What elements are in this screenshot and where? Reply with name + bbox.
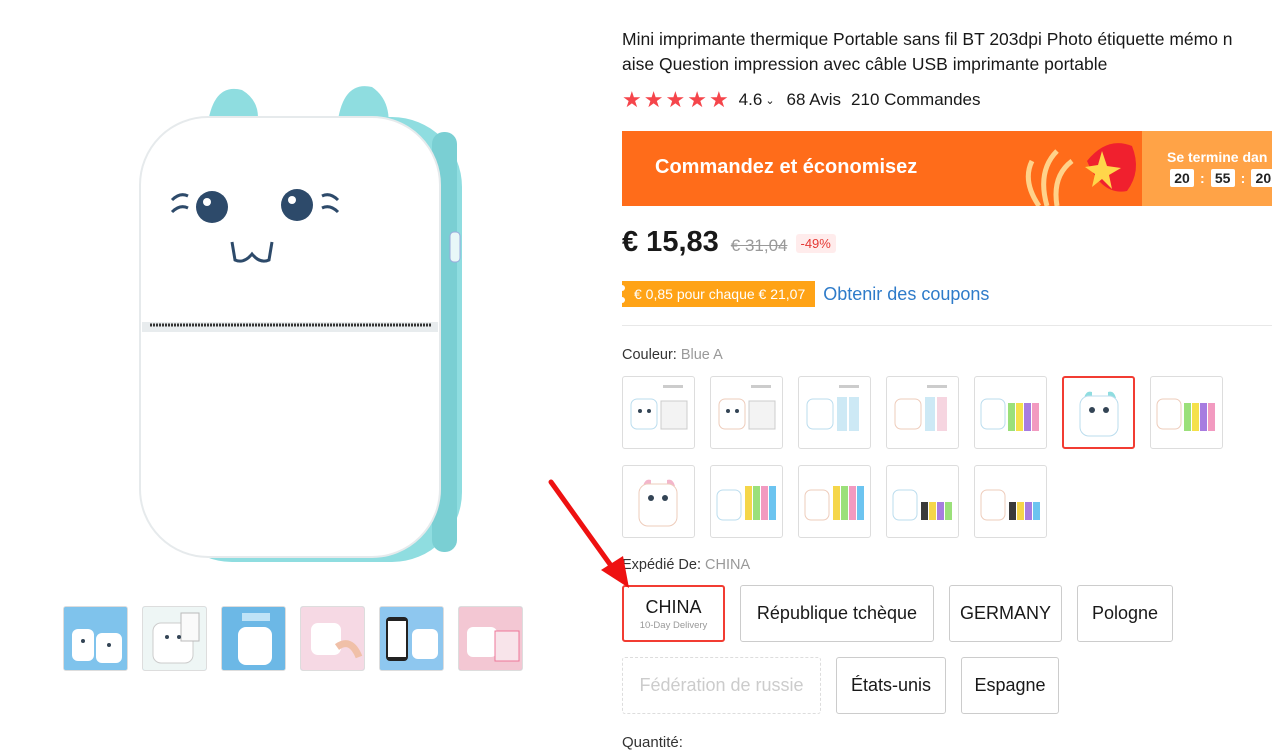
orders-count: 210 Commandes xyxy=(851,90,981,109)
current-price: € 15,83 xyxy=(622,226,719,258)
color-option-pink-printer-yellow-rolls[interactable] xyxy=(798,465,871,538)
coupon-tag[interactable]: € 0,85 pour chaque € 21,07 xyxy=(618,281,816,307)
color-label-row: Couleur: Blue A xyxy=(622,347,723,363)
color-swatches xyxy=(622,376,1262,538)
thumbnail-strip xyxy=(63,606,523,671)
shipping-value: CHINA xyxy=(705,557,751,573)
star-icon: ★ xyxy=(665,87,686,112)
ship-option-label: CHINA xyxy=(645,596,702,617)
color-option-blue-printer-mixed-rolls[interactable] xyxy=(886,465,959,538)
delivery-time: 10-Day Delivery xyxy=(639,619,708,631)
thumbnail-2[interactable] xyxy=(142,606,207,671)
chevron-down-icon[interactable]: ⌄ xyxy=(765,94,774,107)
thumbnail-5[interactable] xyxy=(379,606,444,671)
countdown-panel: Se termine dan 20 : 55 : 20 xyxy=(1142,131,1272,206)
color-option-blue-printer-paper[interactable] xyxy=(622,376,695,449)
color-option-pink-printer-mixed-rolls[interactable] xyxy=(974,465,1047,538)
color-label: Couleur: xyxy=(622,347,677,363)
get-coupons-link[interactable]: Obtenir des coupons xyxy=(823,284,989,305)
color-option-pink-printer-paper[interactable] xyxy=(710,376,783,449)
star-icon: ★ xyxy=(643,87,664,112)
original-price: € 31,04 xyxy=(730,236,788,255)
promo-banner-text: Commandez et économisez xyxy=(655,156,918,178)
rating-row: ★ ★ ★ ★ ★ 4.6 ⌄ 68 Avis 210 Commandes xyxy=(622,88,981,112)
ship-option-germany[interactable]: GERMANY xyxy=(949,585,1062,642)
ship-option-label: Fédération de russie xyxy=(639,675,804,695)
countdown-seconds: 20 xyxy=(1251,169,1272,187)
ship-option-united-states[interactable]: États-unis xyxy=(836,657,946,714)
product-title-line-1: Mini imprimante thermique Portable sans … xyxy=(622,29,1233,49)
color-option-pink-printer-rolls[interactable] xyxy=(886,376,959,449)
star-icon: ★ xyxy=(708,87,729,112)
ship-option-russia: Fédération de russie xyxy=(622,657,821,714)
thumbnail-4[interactable] xyxy=(300,606,365,671)
thumbnail-3[interactable] xyxy=(221,606,286,671)
promo-banner: Commandez et économisez Se termine dan 2… xyxy=(622,131,1272,206)
ship-option-label: Pologne xyxy=(1091,603,1159,623)
ship-option-czech-republic[interactable]: République tchèque xyxy=(740,585,934,642)
star-icon: ★ xyxy=(622,87,642,112)
color-option-blue-printer-rolls[interactable] xyxy=(798,376,871,449)
color-option-blue-printer-yellow-rolls[interactable] xyxy=(710,465,783,538)
color-option-blue-printer-color-rolls[interactable] xyxy=(974,376,1047,449)
red-arrow-icon xyxy=(548,479,629,588)
coupon-row: € 0,85 pour chaque € 21,07 Obtenir des c… xyxy=(618,281,989,307)
thumbnail-6[interactable] xyxy=(458,606,523,671)
discount-badge: -49% xyxy=(795,234,836,253)
ship-option-label: Espagne xyxy=(974,675,1046,695)
main-product-image[interactable] xyxy=(132,72,472,572)
ship-option-label: États-unis xyxy=(850,675,932,695)
color-option-pink-printer-color-rolls[interactable] xyxy=(1150,376,1223,449)
ship-option-label: République tchèque xyxy=(756,603,918,623)
ship-option-spain[interactable]: Espagne xyxy=(961,657,1059,714)
rating-score[interactable]: 4.6 xyxy=(739,90,763,110)
countdown-hours: 20 xyxy=(1170,169,1194,187)
promo-decoration-icon xyxy=(1025,143,1136,206)
countdown-minutes: 55 xyxy=(1210,169,1235,187)
product-title: Mini imprimante thermique Portable sans … xyxy=(622,27,1272,77)
ship-option-poland[interactable]: Pologne xyxy=(1077,585,1173,642)
color-value: Blue A xyxy=(680,347,723,363)
divider xyxy=(622,325,1272,326)
quantity-label: Quantité: xyxy=(622,734,683,751)
color-option-blue-printer[interactable] xyxy=(1062,376,1135,449)
star-rating: ★ ★ ★ ★ ★ xyxy=(622,89,729,111)
countdown-label: Se termine dan xyxy=(1167,149,1268,165)
product-title-line-2: aise Question impression avec câble USB … xyxy=(622,54,1108,74)
price-row: € 15,83 € 31,04 -49% xyxy=(622,226,836,259)
countdown-timer: 20 : 55 : 20 xyxy=(1170,169,1272,187)
ship-option-label: GERMANY xyxy=(959,603,1051,623)
star-icon: ★ xyxy=(687,87,707,112)
reviews-count[interactable]: 68 Avis xyxy=(787,90,842,110)
thumbnail-1[interactable] xyxy=(63,606,128,671)
